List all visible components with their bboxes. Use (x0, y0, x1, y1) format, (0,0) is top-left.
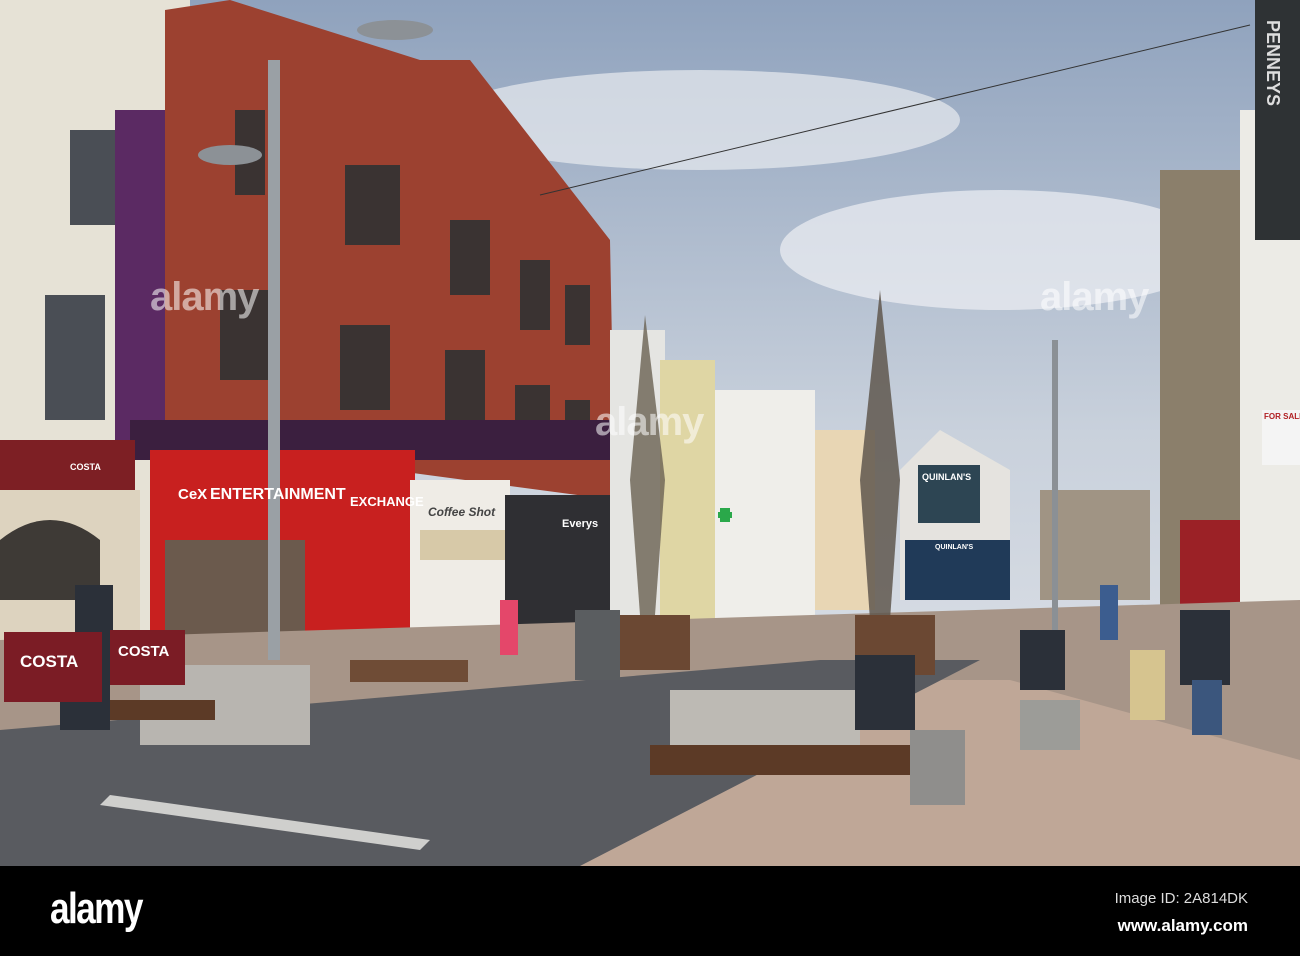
alamy-logo: alamy (50, 884, 143, 933)
watermark: alamy (595, 400, 704, 444)
coffee-shop-sign: Coffee Shot (428, 505, 496, 519)
exchange-sign: EXCHANGE (350, 494, 424, 509)
image-id: Image ID: 2A814DK (1114, 890, 1248, 907)
quinlans-sign: QUINLAN'S (922, 472, 972, 482)
watermark: alamy (150, 275, 259, 319)
cex-logo: CeX (178, 486, 208, 503)
costa-board-2: COSTA (118, 643, 170, 660)
costa-shop-sign: COSTA (70, 462, 101, 472)
street-lamp (268, 60, 280, 660)
street-lamp-2 (1052, 340, 1058, 640)
street-photo: CeX ENTERTAINMENT EXCHANGE COSTA COSTA C… (0, 0, 1300, 956)
entertainment-sign: ENTERTAINMENT (210, 486, 346, 503)
website-link[interactable]: www.alamy.com (1118, 916, 1248, 936)
costa-board: COSTA (20, 652, 79, 671)
watermark: alamy (1040, 275, 1149, 319)
everys-sign: Everys (562, 518, 599, 530)
bench (650, 745, 910, 775)
footer-bar: alamy Image ID: 2A814DK www.alamy.com (0, 866, 1300, 956)
penneys-sign: PENNEYS (1263, 20, 1283, 107)
for-sale-sign: FOR SALE (1264, 412, 1300, 421)
quinlans-shop-sign: QUINLAN'S (935, 544, 974, 551)
